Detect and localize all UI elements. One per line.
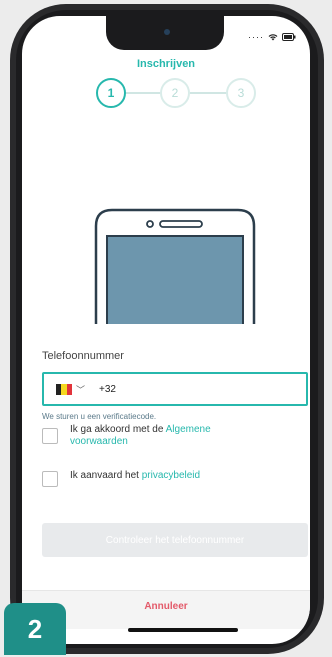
phone-label: Telefoonnummer: [42, 350, 124, 362]
status-bar: ····: [248, 32, 296, 42]
notch: [106, 16, 224, 50]
phone-number-input[interactable]: ﹀ +32: [42, 372, 308, 406]
privacy-checkbox[interactable]: [42, 471, 58, 487]
chevron-down-icon[interactable]: ﹀: [76, 383, 85, 396]
belgium-flag-icon[interactable]: [56, 383, 72, 395]
step-badge: 2: [4, 603, 66, 655]
verification-hint: We sturen u een verificatiecode.: [42, 412, 157, 421]
privacy-link[interactable]: privacybeleid: [142, 470, 200, 481]
stepper: 1 2 3: [96, 78, 256, 112]
step-connector: [126, 92, 160, 94]
battery-icon: [282, 33, 296, 41]
privacy-text: Ik aanvaard het: [70, 470, 142, 481]
wifi-icon: [268, 34, 278, 41]
camera-icon: [164, 29, 170, 35]
phone-illustration: [94, 208, 256, 324]
terms-checkbox[interactable]: [42, 428, 58, 444]
step-2: 2: [160, 78, 190, 108]
step-connector: [190, 92, 226, 94]
privacy-row[interactable]: Ik aanvaard het privacybeleid: [42, 470, 200, 487]
home-indicator[interactable]: [128, 628, 238, 632]
terms-row[interactable]: Ik ga akkoord met de Algemene voorwaarde…: [42, 424, 260, 448]
step-3: 3: [226, 78, 256, 108]
page-title: Inschrijven: [136, 58, 196, 70]
app-screen: ···· Inschrijven 1 2 3 Telefoonnummer ﹀ …: [22, 16, 310, 644]
country-prefix: +32: [99, 383, 116, 395]
terms-text: Ik ga akkoord met de: [70, 424, 166, 435]
signal-icon: ····: [248, 32, 264, 42]
step-1: 1: [96, 78, 126, 108]
verify-phone-button[interactable]: Controleer het telefoonnummer: [42, 523, 308, 557]
